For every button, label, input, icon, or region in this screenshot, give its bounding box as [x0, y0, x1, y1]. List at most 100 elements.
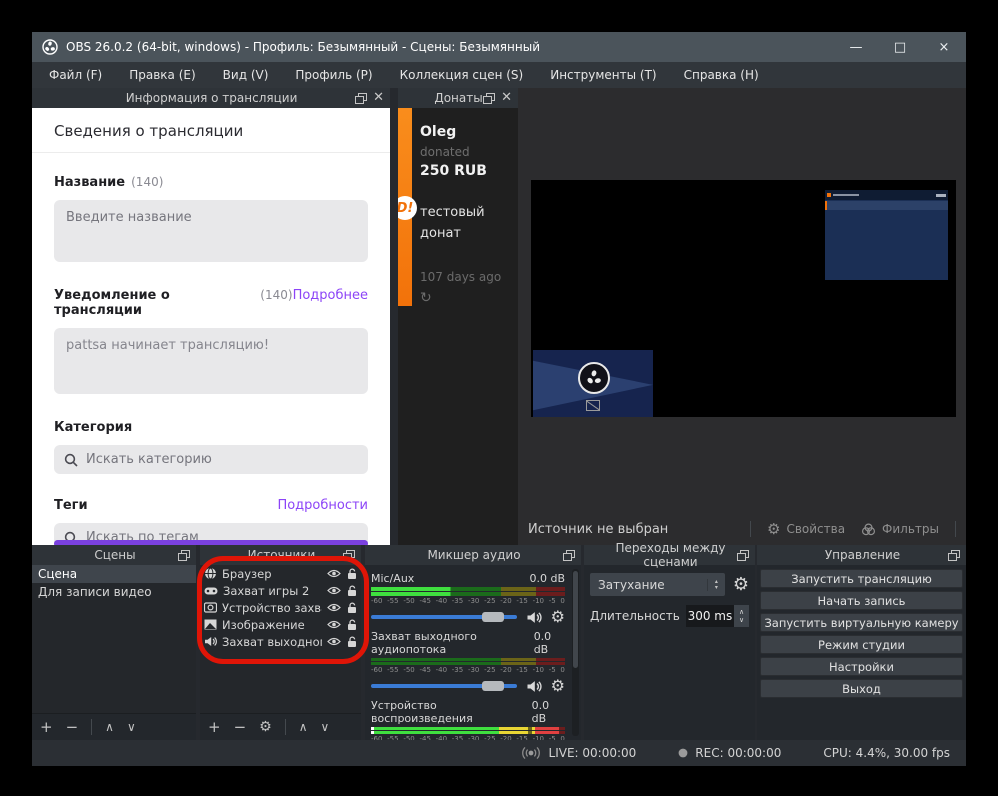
tags-details-link[interactable]: Подробности: [277, 498, 368, 513]
scene-item[interactable]: Для записи видео: [32, 583, 196, 601]
gear-icon[interactable]: ⚙: [551, 679, 565, 693]
close-dock-icon[interactable]: ✕: [373, 93, 384, 103]
scenes-dock-header[interactable]: Сцены: [32, 545, 196, 565]
speaker-icon: [204, 636, 217, 647]
obs-logo-icon: [42, 39, 58, 55]
eye-icon[interactable]: [327, 586, 341, 595]
donate-action: donated: [420, 145, 514, 159]
mixer-dock-header[interactable]: Микшер аудио: [365, 545, 581, 565]
float-dock-icon[interactable]: [737, 550, 749, 560]
speaker-icon[interactable]: [526, 680, 542, 693]
remove-scene-button[interactable]: −: [66, 718, 79, 736]
float-dock-icon[interactable]: [355, 93, 367, 103]
eye-icon[interactable]: [327, 603, 341, 612]
menu-file[interactable]: Файл (F): [49, 68, 102, 82]
controls-dock-title: Управление: [777, 548, 948, 562]
transition-select[interactable]: Затухание ▴▾: [590, 573, 725, 596]
start-virtual-camera-button[interactable]: Запустить виртуальную камеру: [760, 613, 963, 632]
spinbox-arrows[interactable]: ∧∨: [734, 605, 749, 627]
float-dock-icon[interactable]: [343, 550, 355, 560]
source-properties-button[interactable]: ⚙: [259, 719, 272, 735]
volume-slider[interactable]: [371, 684, 517, 688]
minimize-button[interactable]: —: [834, 32, 878, 62]
transitions-dock-header[interactable]: Переходы между сценами: [584, 545, 755, 565]
menu-view[interactable]: Вид (V): [223, 68, 269, 82]
capture-list-row: [825, 201, 948, 210]
move-scene-up-button[interactable]: ∧: [105, 720, 114, 734]
float-dock-icon[interactable]: [483, 93, 495, 103]
properties-button[interactable]: ⚙ Свойства: [767, 520, 845, 538]
add-scene-button[interactable]: +: [40, 718, 53, 736]
move-source-up-button[interactable]: ∧: [299, 720, 308, 734]
volume-slider[interactable]: [371, 615, 517, 619]
float-dock-icon[interactable]: [563, 550, 575, 560]
source-item-audio-output-capture[interactable]: Захват выходног: [200, 633, 361, 650]
float-dock-icon[interactable]: [178, 550, 190, 560]
slider-handle[interactable]: [482, 612, 504, 622]
eye-icon[interactable]: [327, 569, 341, 578]
separator: [91, 719, 92, 735]
close-dock-icon[interactable]: ✕: [501, 93, 512, 103]
scenes-toolbar: + − ∧ ∨: [32, 713, 196, 740]
source-toolbar: Источник не выбран ⚙ Свойства Фильтры: [518, 515, 966, 543]
unlock-icon[interactable]: [347, 619, 357, 631]
start-streaming-button[interactable]: Запустить трансляцию: [760, 569, 963, 588]
sources-dock-header[interactable]: Источники: [200, 545, 361, 565]
exit-button[interactable]: Выход: [760, 679, 963, 698]
transition-settings-gear-icon[interactable]: ⚙: [733, 574, 749, 595]
mixer-dock: Микшер аудио Mic/Aux 0.0 dB -60-55-50-45…: [365, 545, 581, 740]
duration-spinbox[interactable]: 300 ms ∧∨: [686, 605, 749, 627]
menu-scene-collection[interactable]: Коллекция сцен (S): [400, 68, 524, 82]
source-item-image[interactable]: Изображение: [200, 616, 361, 633]
stream-info-panel: Сведения о трансляции Название (140) Вве…: [32, 108, 390, 545]
preview-canvas[interactable]: [531, 180, 956, 417]
maximize-button[interactable]: □: [878, 32, 922, 62]
donate-time: 107 days ago ↻: [420, 267, 514, 311]
stream-title-input[interactable]: Введите название: [54, 200, 368, 262]
stream-info-dock-header[interactable]: Информация о трансляции ✕: [32, 88, 390, 108]
filters-button[interactable]: Фильтры: [861, 522, 939, 536]
unlock-icon[interactable]: [347, 602, 357, 614]
speaker-icon[interactable]: [526, 611, 542, 624]
remove-source-button[interactable]: −: [234, 718, 247, 736]
move-scene-down-button[interactable]: ∨: [127, 720, 136, 734]
close-button[interactable]: ×: [922, 32, 966, 62]
add-source-button[interactable]: +: [208, 718, 221, 736]
gear-icon[interactable]: ⚙: [551, 610, 565, 624]
eye-icon[interactable]: [327, 620, 341, 629]
start-recording-button[interactable]: Начать запись: [760, 591, 963, 610]
unlock-icon[interactable]: [347, 636, 357, 648]
gamepad-icon: [204, 586, 218, 596]
move-source-down-button[interactable]: ∨: [321, 720, 330, 734]
unlock-icon[interactable]: [347, 585, 357, 597]
float-dock-icon[interactable]: [948, 550, 960, 560]
category-search-input[interactable]: Искать категорию: [54, 445, 368, 474]
preview-region: Источник не выбран ⚙ Свойства Фильтры: [518, 88, 966, 545]
stream-info-dock-title: Информация о трансляции: [68, 91, 355, 105]
source-item-capture-device[interactable]: Устройство захва: [200, 599, 361, 616]
eye-icon[interactable]: [327, 637, 341, 646]
scrollbar-thumb[interactable]: [573, 571, 578, 668]
no-source-label: Источник не выбран: [528, 522, 668, 537]
source-item-browser[interactable]: Браузер: [200, 565, 361, 582]
studio-mode-button[interactable]: Режим студии: [760, 635, 963, 654]
slider-handle[interactable]: [482, 681, 504, 691]
menu-tools[interactable]: Инструменты (T): [550, 68, 656, 82]
controls-dock-header[interactable]: Управление: [757, 545, 966, 565]
capture-titlebar-icon: [827, 193, 831, 197]
refresh-icon[interactable]: ↻: [420, 290, 432, 306]
mixer-scrollbar[interactable]: [572, 569, 579, 736]
menu-edit[interactable]: Правка (E): [129, 68, 195, 82]
scene-item[interactable]: Сцена: [32, 565, 196, 583]
donate-dock: Донаты ✕ D! Oleg donated 250 RUB тестовы…: [398, 88, 518, 545]
donate-dock-header[interactable]: Донаты ✕: [398, 88, 518, 108]
menu-help[interactable]: Справка (H): [684, 68, 759, 82]
unlock-icon[interactable]: [347, 568, 357, 580]
menu-profile[interactable]: Профиль (P): [295, 68, 372, 82]
settings-button[interactable]: Настройки: [760, 657, 963, 676]
notification-textarea[interactable]: pattsa начинает трансляцию!: [54, 328, 368, 394]
notification-more-link[interactable]: Подробнее: [293, 288, 368, 303]
cpu-status: CPU: 4.4%, 30.00 fps: [823, 746, 950, 760]
source-item-game-capture[interactable]: Захват игры 2: [200, 582, 361, 599]
obs-window: OBS 26.0.2 (64-bit, windows) - Профиль: …: [32, 32, 966, 766]
